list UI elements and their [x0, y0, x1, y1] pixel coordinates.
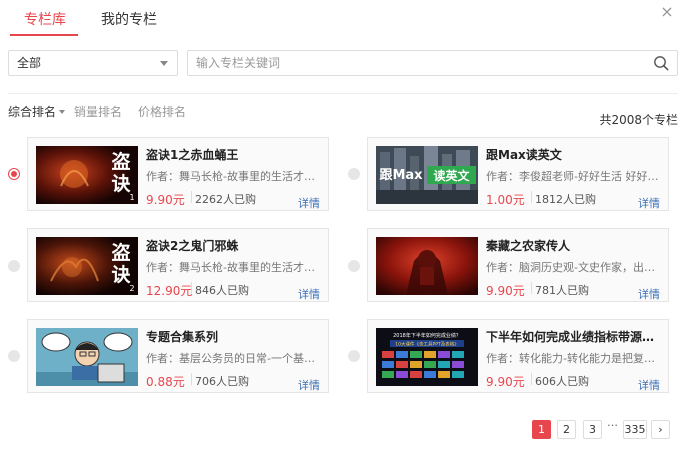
pagination: 1 2 3 … 335 ›: [0, 416, 686, 439]
divider: [191, 191, 192, 203]
column-price: 9.90元: [486, 375, 525, 389]
column-author: 作者：李俊超老师-好好生活 好好学习 天天向上: [486, 170, 662, 183]
column-card[interactable]: 专题合集系列 作者：基层公务员的日常-一个基层公务员的职场心得 0.88元 70…: [27, 319, 329, 393]
column-title[interactable]: 专题合集系列: [146, 328, 322, 345]
column-sold-count: 1812人已购: [535, 193, 596, 206]
search-input[interactable]: [188, 51, 628, 75]
column-card[interactable]: 秦藏之农家传人 作者：脑洞历史观-文史作家，出版有多部作品 9.90元 781人…: [367, 228, 669, 302]
detail-link[interactable]: 详情: [298, 286, 320, 302]
column-cover-image: [376, 237, 478, 295]
cover-text: 2018年下半年如何完成业绩？: [393, 332, 461, 339]
column-author: 作者：转化能力-转化能力是把复杂转化为简单: [486, 352, 662, 365]
sort-caret-icon: [59, 110, 66, 114]
detail-link[interactable]: 详情: [638, 286, 660, 302]
search-box: [187, 50, 678, 76]
column-price: 0.88元: [146, 375, 185, 389]
total-count: 共2008个专栏: [599, 113, 678, 127]
category-select[interactable]: 全部: [8, 50, 178, 76]
column-price: 12.90元: [146, 284, 193, 298]
column-author: 作者：基层公务员的日常-一个基层公务员的职场心得: [146, 352, 322, 365]
divider: [8, 93, 678, 94]
column-price: 9.90元: [486, 284, 525, 298]
close-icon[interactable]: ×: [659, 4, 675, 20]
column-cover-image: 盗 诀 2: [36, 237, 138, 295]
page-button[interactable]: 335: [623, 420, 647, 439]
sort-sales[interactable]: 销量排名: [74, 103, 122, 120]
column-author: 作者：舞马长枪-故事里的生活才是生活，最好的故事就在天涯: [146, 170, 322, 183]
tab-column-library[interactable]: 专栏库: [24, 9, 66, 29]
cover-text: 10大课件《含工具PPT及表格》: [395, 341, 458, 348]
select-radio[interactable]: [348, 168, 360, 180]
cover-text: 盗: [111, 150, 130, 173]
column-cover-image: 2018年下半年如何完成业绩？ 10大课件《含工具PPT及表格》: [376, 328, 478, 386]
select-radio[interactable]: [8, 168, 20, 180]
column-title[interactable]: 盗诀1之赤血蛹王: [146, 146, 322, 163]
sort-overall[interactable]: 综合排名: [8, 103, 66, 120]
select-radio[interactable]: [8, 350, 20, 362]
column-price: 9.90元: [146, 193, 185, 207]
divider: [191, 282, 192, 294]
next-page-button[interactable]: ›: [651, 420, 670, 439]
select-radio[interactable]: [348, 350, 360, 362]
tab-my-columns[interactable]: 我的专栏: [101, 9, 157, 29]
column-card[interactable]: 跟Max 读英文 跟Max读英文 作者：李俊超老师-好好生活 好好学习 天天向上…: [367, 137, 669, 211]
column-card[interactable]: 盗 诀 2 盗诀2之鬼门邪蛛 作者：舞马长枪-故事里的生活才是生活，最好的故事就…: [27, 228, 329, 302]
page-button[interactable]: 3: [583, 420, 602, 439]
detail-link[interactable]: 详情: [638, 377, 660, 393]
column-author: 作者：脑洞历史观-文史作家，出版有多部作品: [486, 261, 662, 274]
chevron-down-icon: [160, 61, 168, 66]
divider: [531, 373, 532, 385]
divider: [191, 373, 192, 385]
column-cover-image: [36, 328, 138, 386]
column-card[interactable]: 2018年下半年如何完成业绩？ 10大课件《含工具PPT及表格》 下半年如何完成…: [367, 319, 669, 393]
cover-text: 诀: [111, 173, 131, 195]
column-sold-count: 706人已购: [195, 375, 249, 388]
column-sold-count: 846人已购: [195, 284, 249, 297]
column-card[interactable]: 盗 诀 1 盗诀1之赤血蛹王 作者：舞马长枪-故事里的生活才是生活，最好的故事就…: [27, 137, 329, 211]
divider: [531, 282, 532, 294]
column-sold-count: 2262人已购: [195, 193, 256, 206]
column-sold-count: 781人已购: [535, 284, 589, 297]
column-title[interactable]: 跟Max读英文: [486, 146, 662, 163]
page-button[interactable]: 1: [532, 420, 551, 439]
cover-text: 1: [129, 193, 134, 202]
cover-text: 诀: [111, 264, 131, 286]
pagination-ellipsis: …: [607, 416, 618, 429]
column-cover-image: 跟Max 读英文: [376, 146, 478, 204]
cover-text: 2: [129, 284, 134, 293]
sort-overall-label: 综合排名: [8, 105, 57, 119]
column-title[interactable]: 秦藏之农家传人: [486, 237, 662, 254]
cover-text: 跟Max: [379, 168, 423, 183]
divider: [531, 191, 532, 203]
search-icon[interactable]: [653, 55, 669, 71]
detail-link[interactable]: 详情: [638, 195, 660, 211]
column-sold-count: 606人已购: [535, 375, 589, 388]
detail-link[interactable]: 详情: [298, 377, 320, 393]
tab-bar: 专栏库 我的专栏: [0, 0, 686, 36]
column-author: 作者：舞马长枪-故事里的生活才是生活，最好的故事就在天涯: [146, 261, 322, 274]
category-select-value: 全部: [17, 56, 42, 70]
detail-link[interactable]: 详情: [298, 195, 320, 211]
select-radio[interactable]: [8, 260, 20, 272]
column-title[interactable]: 盗诀2之鬼门邪蛛: [146, 237, 322, 254]
sort-price[interactable]: 价格排名: [138, 103, 186, 120]
column-cover-image: 盗 诀 1: [36, 146, 138, 204]
page-button[interactable]: 2: [557, 420, 576, 439]
active-tab-underline: [10, 34, 78, 36]
select-radio[interactable]: [348, 260, 360, 272]
column-title[interactable]: 下半年如何完成业绩指标带源管理: [486, 328, 662, 345]
cover-text: 盗: [111, 241, 130, 264]
cover-text: 读英文: [433, 168, 470, 183]
column-price: 1.00元: [486, 193, 525, 207]
